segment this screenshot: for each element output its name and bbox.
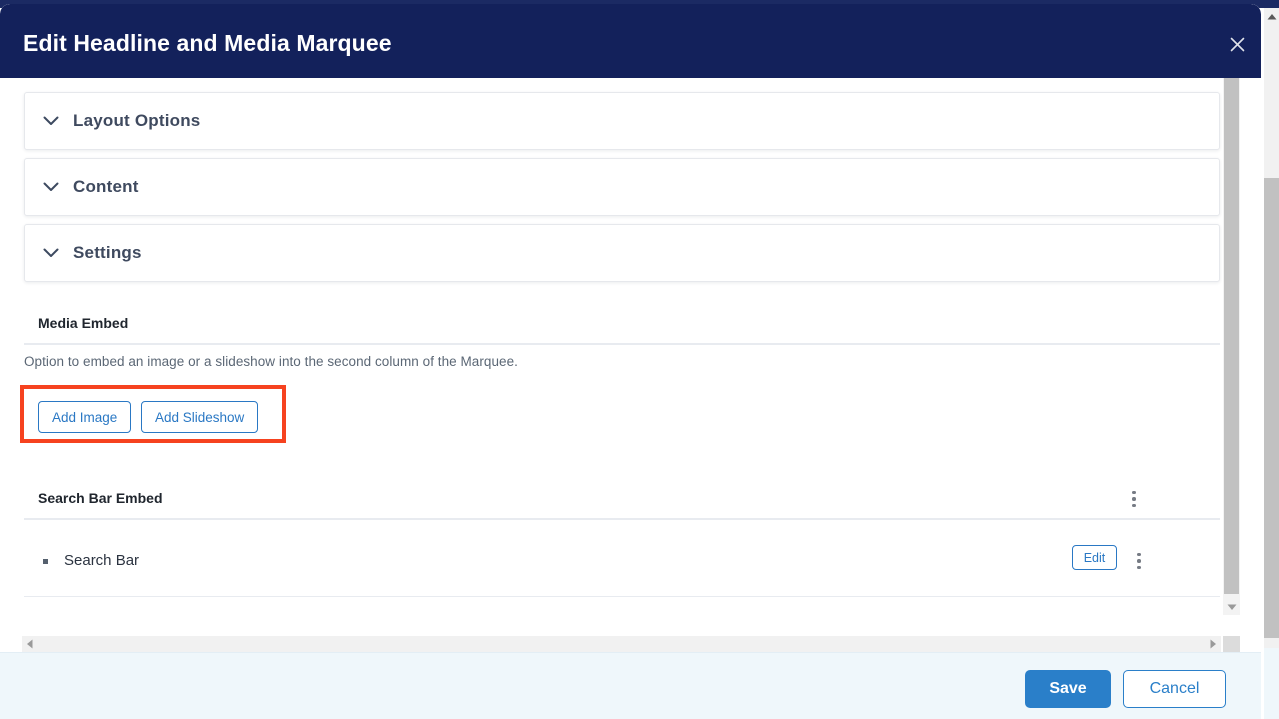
app-root: Edit Headline and Media Marquee Layout O… [0,0,1279,719]
bullet-icon [43,559,48,564]
accordion-label: Content [73,177,139,196]
accordion-settings[interactable]: Settings [24,224,1220,282]
accordion-content[interactable]: Content [24,158,1220,216]
scrollbar-window-thumb[interactable] [1264,178,1279,638]
search-bar-embed-divider [24,518,1220,520]
kebab-menu-icon[interactable] [1128,546,1150,576]
media-embed-title: Media Embed [38,315,129,331]
scroll-up-arrow-icon[interactable] [1264,8,1279,25]
modal-header: Edit Headline and Media Marquee [0,4,1261,78]
scrollbar-corner [1223,636,1240,652]
scrollbar-window[interactable] [1264,8,1279,719]
accordion-label: Settings [73,243,142,262]
search-bar-embed-title: Search Bar Embed [38,490,163,506]
save-button[interactable]: Save [1025,670,1111,708]
scroll-down-arrow-icon[interactable] [1223,598,1240,615]
add-image-button[interactable]: Add Image [38,401,132,433]
list-item-label: Search Bar [64,552,140,569]
media-embed-description: Option to embed an image or a slideshow … [24,354,518,369]
media-embed-divider [24,343,1220,345]
scroll-left-arrow-icon[interactable] [22,636,38,652]
scrollbar-vertical[interactable] [1223,78,1240,615]
chevron-down-icon [42,244,60,262]
modal-scroll-content: Layout Options Content Settings Media Em… [0,78,1222,611]
close-icon[interactable] [1223,30,1251,58]
accordion-layout-options[interactable]: Layout Options [24,92,1220,150]
edit-button[interactable]: Edit [1072,545,1117,570]
scroll-right-arrow-icon[interactable] [1205,636,1221,652]
cancel-button[interactable]: Cancel [1123,670,1226,708]
modal-title: Edit Headline and Media Marquee [23,30,392,56]
accordion-label: Layout Options [73,111,201,130]
modal-footer: Save Cancel [0,652,1261,719]
edit-marquee-modal: Edit Headline and Media Marquee Layout O… [0,4,1261,719]
add-slideshow-button[interactable]: Add Slideshow [141,401,259,433]
chevron-down-icon [42,178,60,196]
modal-body: Layout Options Content Settings Media Em… [0,78,1261,652]
list-item: Search Bar Edit [24,525,1220,597]
scrollbar-vertical-thumb[interactable] [1224,78,1239,594]
scrollbar-window-footer-fill [1264,648,1279,719]
scrollbar-horizontal[interactable] [22,636,1221,652]
chevron-down-icon [42,112,60,130]
kebab-menu-icon[interactable] [1123,484,1145,514]
